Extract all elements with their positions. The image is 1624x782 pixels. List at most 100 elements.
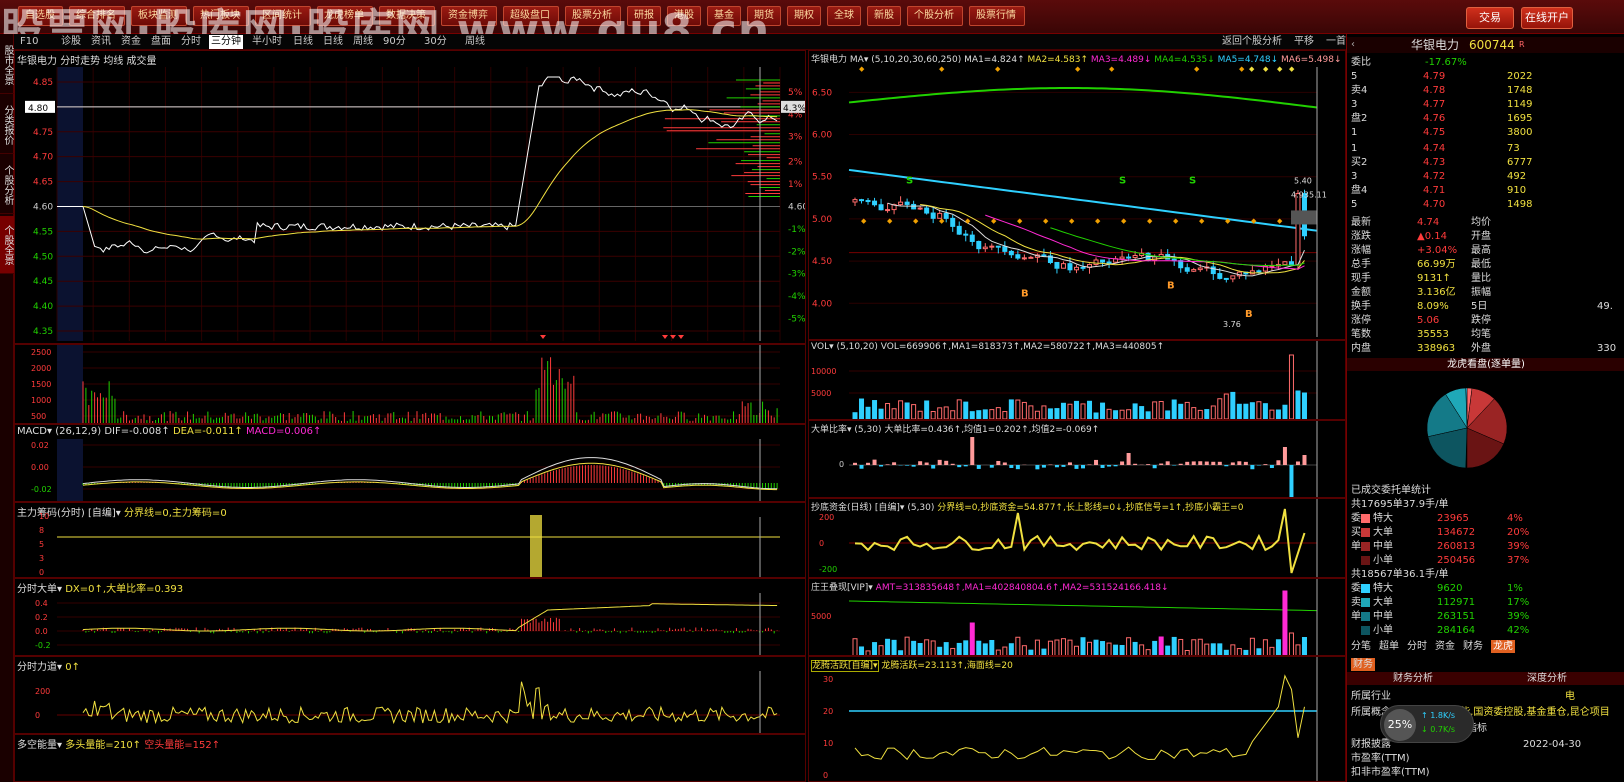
stat-label2: 均笔 — [1471, 329, 1491, 340]
tab-9[interactable]: 日线 — [321, 35, 345, 49]
menu-item-14[interactable]: 期权 — [787, 6, 821, 26]
ask-price: 4.76 — [1423, 113, 1446, 124]
bottom-tab-2[interactable]: 分时 — [1407, 640, 1427, 653]
tab-13[interactable]: 周线 — [463, 35, 487, 49]
tab-4[interactable]: 盘面 — [149, 35, 173, 49]
menu-item-4[interactable]: 区间统计 — [255, 6, 311, 26]
menu-item-12[interactable]: 基金 — [707, 6, 741, 26]
dvol-bar — [995, 407, 1001, 419]
bottom-tab-5[interactable]: 龙虎 — [1491, 640, 1515, 653]
diamond-marker: ◆ — [913, 217, 919, 225]
daily-kline-chart[interactable]: 6.50 6.00 5.50 5.00 4.50 4.00 S S S B B B ◆ ◆ ◆ ◆ ◆ ◆ ◆ ◆ ◆ ◆… — [809, 51, 1346, 340]
tab-right-1[interactable]: 平移 — [1292, 35, 1316, 49]
zhuangwang-chart[interactable]: 5000 — [809, 579, 1346, 656]
macd-chart[interactable]: 0.02 0.00 -0.02 — [15, 425, 806, 502]
menu-item-15[interactable]: 全球 — [827, 6, 861, 26]
dabili-bar — [1061, 465, 1066, 467]
depth-analysis-tab[interactable]: 深度分析 — [1527, 672, 1567, 685]
stat-label: 现手 — [1351, 273, 1371, 284]
menu-item-7[interactable]: 资金博弈 — [441, 6, 497, 26]
menu-item-9[interactable]: 股票分析 — [565, 6, 621, 26]
open-account-button[interactable]: 在线开户 — [1521, 7, 1573, 29]
vol-panel: VOL▾ (5,10,20) VOL=669906↑,MA1=818373↑,M… — [808, 340, 1346, 420]
tab-6[interactable]: 三分钟 — [209, 35, 243, 49]
zw-ma-line — [848, 600, 1318, 612]
bottom-tab-0[interactable]: 分笔 — [1351, 640, 1371, 653]
menu-item-10[interactable]: 研报 — [627, 6, 661, 26]
tab-right-0[interactable]: 返回个股分析 — [1220, 35, 1284, 49]
menu-item-8[interactable]: 超级盘口 — [503, 6, 559, 26]
zw-bar — [1165, 645, 1171, 655]
zhuli-chart[interactable]: 10 8 5 3 0 — [15, 503, 806, 578]
sidebar-tab-category[interactable]: 分类报价 — [0, 96, 14, 154]
order-pie-chart[interactable] — [1347, 374, 1624, 482]
sidebar-tab-market[interactable]: 股市全景 — [0, 36, 14, 94]
sell-pct: 1% — [1507, 583, 1523, 594]
back-chevron-icon[interactable]: ‹ — [1351, 37, 1355, 53]
dabili-chart[interactable]: 0 — [809, 421, 1346, 498]
sidebar-tab-stock-overview[interactable]: 个股全景 — [0, 216, 14, 274]
sell-volume: 263151 — [1437, 611, 1476, 622]
menu-item-3[interactable]: 热门板块 — [193, 6, 249, 26]
sidebar-tab-stock-analysis[interactable]: 个股分析 — [0, 156, 14, 214]
zw-bar — [956, 642, 962, 655]
tab-11[interactable]: 90分 — [381, 35, 408, 49]
bottom-tab-4[interactable]: 财务 — [1463, 640, 1483, 653]
trade-button[interactable]: 交易 — [1466, 7, 1514, 29]
zw-bar — [1269, 646, 1275, 655]
tab-7[interactable]: 半小时 — [250, 35, 284, 49]
zw-bar — [891, 639, 897, 655]
dabili-bar — [1113, 465, 1118, 467]
dvol-bar — [1295, 390, 1301, 419]
tab-5[interactable]: 分时 — [179, 35, 203, 49]
stat-label2: 最高 — [1471, 245, 1491, 256]
sell-volume: 112971 — [1437, 597, 1476, 608]
dadan-chart[interactable]: 0.4 0.2 0.0 -0.2 — [15, 579, 806, 656]
menu-item-0[interactable]: 自选股 — [18, 6, 63, 26]
dabili-bar — [892, 462, 897, 465]
stat-row-8: 笔数 35553 均笔 — [1347, 328, 1624, 341]
menu-item-2[interactable]: 板块监测 — [131, 6, 187, 26]
menu-item-16[interactable]: 新股 — [867, 6, 901, 26]
menu-item-6[interactable]: 数据决策 — [379, 6, 435, 26]
menu-item-17[interactable]: 个股分析 — [907, 6, 963, 26]
intraday-volume-chart[interactable]: 2500 2000 1500 1000 500 — [15, 345, 806, 424]
candle-body — [1041, 254, 1047, 257]
fin-tab[interactable]: 财务 — [1351, 658, 1375, 671]
buy-legend-swatch — [1361, 542, 1370, 551]
tab-8[interactable]: 日线 — [291, 35, 315, 49]
longteng-chart[interactable]: 30 20 10 0 — [809, 657, 1346, 782]
menu-item-5[interactable]: 龙虎榜单 — [317, 6, 373, 26]
signal-triangle — [662, 335, 668, 339]
sell-side-label: 委 — [1351, 583, 1361, 594]
menu-item-18[interactable]: 股票行情 — [969, 6, 1025, 26]
chaodi-chart[interactable]: 200 0 -200 — [809, 499, 1346, 578]
tab-0[interactable]: F10 — [18, 35, 40, 49]
lidao-chart[interactable]: 2000-200 — [15, 657, 806, 734]
tab-1[interactable]: 诊股 — [59, 35, 83, 49]
duokong-name[interactable]: 多空能量▾ — [17, 740, 62, 751]
intraday-chart[interactable]: 4.85 4.80 4.75 4.70 4.65 4.60 4.55 4.50 4.45 4.40… — [15, 51, 806, 344]
tab-10[interactable]: 周线 — [351, 35, 375, 49]
dabili-zero-tick: 0 — [839, 460, 844, 469]
sell-signal: S — [906, 175, 913, 186]
menu-item-11[interactable]: 港股 — [667, 6, 701, 26]
network-speed-badge[interactable]: 25% ↑ 1.8K/s ↓ 0.7K/s — [1380, 705, 1474, 743]
bottom-tab-1[interactable]: 超单 — [1379, 640, 1399, 653]
tab-12[interactable]: 30分 — [422, 35, 449, 49]
stat-value: +3.04% — [1417, 245, 1458, 256]
pie-title: 龙虎看盘(逐单量) — [1347, 358, 1624, 371]
tab-3[interactable]: 资金 — [119, 35, 143, 49]
dvol-bar — [1073, 400, 1079, 419]
bottom-tab-3[interactable]: 资金 — [1435, 640, 1455, 653]
stat-row-2: 涨幅 +3.04% 最高 — [1347, 244, 1624, 257]
zw-bar — [943, 642, 949, 655]
pe2-row: 扣非市盈率(TTM) — [1347, 766, 1624, 779]
fin-analysis-tab[interactable]: 财务分析 — [1393, 672, 1433, 685]
tab-2[interactable]: 资讯 — [89, 35, 113, 49]
menu-item-1[interactable]: 综合排名 — [69, 6, 125, 26]
dabili-bar — [1224, 465, 1229, 467]
dvol-bar — [1034, 410, 1040, 419]
daily-volume-chart[interactable]: 10000 5000 — [809, 341, 1346, 420]
menu-item-13[interactable]: 期货 — [747, 6, 781, 26]
